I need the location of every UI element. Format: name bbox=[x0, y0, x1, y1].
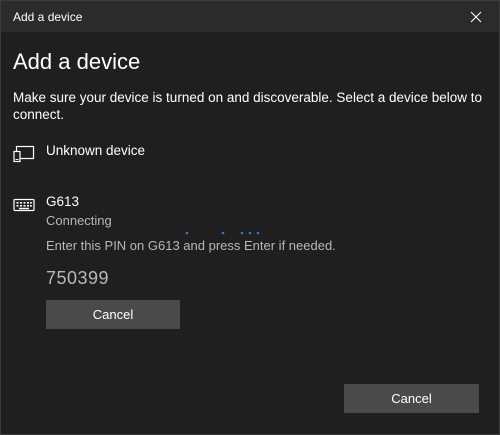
close-button[interactable] bbox=[453, 1, 499, 32]
add-device-dialog: Add a device Add a device Make sure your… bbox=[0, 0, 500, 435]
window-title: Add a device bbox=[13, 10, 83, 24]
device-item-g613[interactable]: G613 Connecting bbox=[13, 194, 473, 228]
keyboard-icon bbox=[13, 198, 35, 212]
title-bar: Add a device bbox=[1, 1, 499, 32]
cancel-pairing-button[interactable]: Cancel bbox=[46, 300, 180, 329]
progress-dots bbox=[185, 231, 260, 235]
device-status: Connecting bbox=[46, 213, 112, 228]
device-item-unknown[interactable]: Unknown device bbox=[13, 143, 473, 169]
device-name: Unknown device bbox=[46, 143, 146, 158]
close-icon bbox=[470, 11, 482, 22]
pin-instruction: Enter this PIN on G613 and press Enter i… bbox=[46, 238, 336, 253]
display-device-icon bbox=[13, 145, 35, 163]
device-name: G613 bbox=[46, 194, 80, 209]
page-title: Add a device bbox=[13, 49, 141, 74]
cancel-button[interactable]: Cancel bbox=[344, 384, 479, 413]
pin-code: 750399 bbox=[46, 268, 110, 288]
instructions-text: Make sure your device is turned on and d… bbox=[13, 90, 483, 122]
